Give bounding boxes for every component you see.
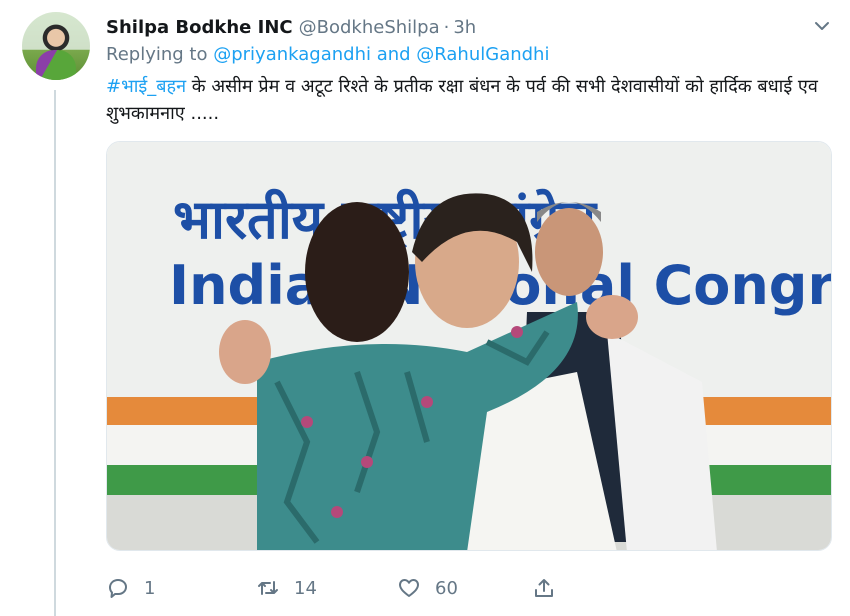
like-count: 60	[435, 577, 458, 599]
heart-icon	[399, 579, 419, 597]
tweet-body: के असीम प्रेम व अटूट रिश्ते के प्रतीक रक…	[106, 76, 818, 124]
retweet-icon	[258, 581, 278, 595]
chevron-down-icon[interactable]	[812, 16, 832, 36]
replying-to-users-link[interactable]: @priyankagandhi and @RahulGandhi	[213, 44, 549, 65]
reply-icon	[109, 579, 127, 598]
share-button[interactable]	[532, 576, 556, 600]
avatar-figure	[36, 50, 76, 80]
thread-line	[54, 90, 56, 616]
tweet[interactable]: Shilpa Bodkhe INC @BodkheShilpa · 3h Rep…	[0, 0, 850, 616]
hashtag-link[interactable]: #भाई_बहन	[106, 76, 186, 97]
replying-to: Replying to @priyankagandhi and @RahulGa…	[106, 44, 549, 65]
reply-count: 1	[144, 577, 156, 599]
like-button[interactable]: 60	[397, 576, 532, 600]
avatar[interactable]	[22, 12, 90, 80]
timestamp[interactable]: 3h	[453, 17, 476, 38]
display-name[interactable]: Shilpa Bodkhe INC	[106, 17, 293, 38]
tweet-text: #भाई_बहन के असीम प्रेम व अटूट रिश्ते के …	[106, 73, 826, 127]
reply-button[interactable]: 1	[106, 576, 256, 600]
retweet-count: 14	[294, 577, 317, 599]
replying-to-label: Replying to	[106, 44, 208, 65]
photo-scene: भारतीय राष्ट्रीय कांग्रेस Indian Nationa…	[107, 142, 831, 550]
separator-dot: ·	[443, 16, 450, 38]
share-icon	[535, 579, 553, 597]
user-handle[interactable]: @BodkheShilpa	[299, 17, 440, 38]
retweet-button[interactable]: 14	[256, 576, 397, 600]
tweet-photo[interactable]: भारतीय राष्ट्रीय कांग्रेस Indian Nationa…	[106, 141, 832, 551]
tweet-actions: 1 14 60	[106, 572, 556, 604]
tweet-header: Shilpa Bodkhe INC @BodkheShilpa · 3h	[106, 14, 830, 40]
